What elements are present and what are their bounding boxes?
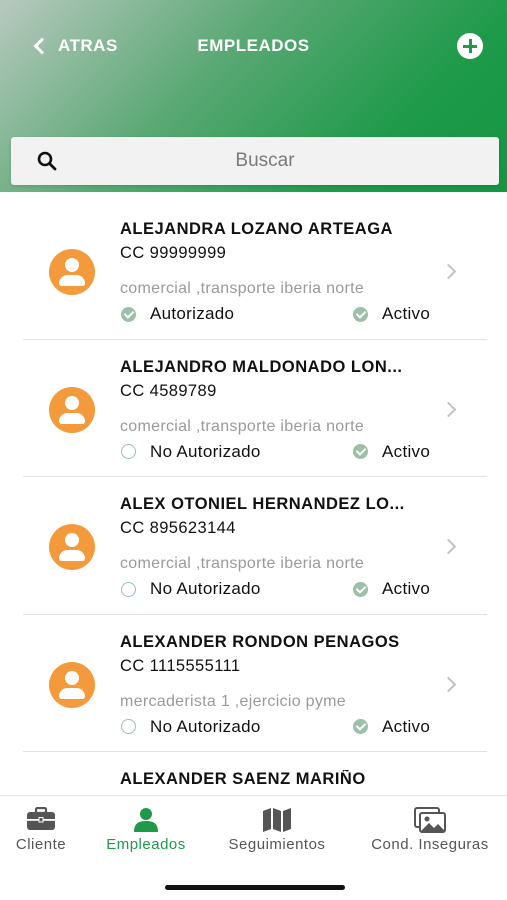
briefcase-icon xyxy=(27,807,55,830)
avatar-icon xyxy=(49,524,95,570)
gallery-icon xyxy=(414,807,446,833)
avatar-icon xyxy=(49,249,95,295)
empty-circle-icon xyxy=(121,444,136,459)
employee-document: CC 4589789 xyxy=(120,381,217,400)
tab-cliente[interactable]: Cliente xyxy=(0,796,82,866)
active-status: Activo xyxy=(353,579,430,599)
list-item[interactable]: ALEJANDRO MALDONADO LON... CC 4589789 co… xyxy=(0,340,507,477)
employee-name: ALEX OTONIEL HERNANDEZ LO... xyxy=(120,495,405,513)
employee-name: ALEJANDRO MALDONADO LON... xyxy=(120,357,403,376)
check-circle-icon xyxy=(121,306,136,322)
list-item[interactable]: ALEX OTONIEL HERNANDEZ LO... CC 89562314… xyxy=(0,477,507,615)
map-icon xyxy=(263,808,291,832)
home-indicator xyxy=(165,885,345,890)
tab-cond-inseguras[interactable]: Cond. Inseguras xyxy=(362,796,498,866)
check-circle-icon xyxy=(353,444,368,459)
tab-label: Cliente xyxy=(15,836,67,853)
check-circle-icon xyxy=(353,719,368,734)
authorization-status: No Autorizado xyxy=(121,579,261,599)
check-circle-icon xyxy=(353,306,368,322)
active-status: Activo xyxy=(353,717,430,737)
check-circle-icon xyxy=(353,581,368,597)
tab-label: Empleados xyxy=(106,836,186,853)
authorization-label: No Autorizado xyxy=(150,716,261,736)
authorization-status: No Autorizado xyxy=(121,717,261,737)
authorization-label: No Autorizado xyxy=(150,579,261,598)
list-item[interactable]: ALEJANDRA LOZANO ARTEAGA CC 99999999 com… xyxy=(0,202,507,340)
authorization-label: Autorizado xyxy=(150,304,235,323)
active-status: Activo xyxy=(353,442,430,462)
chevron-right-icon xyxy=(440,676,457,692)
active-status: Activo xyxy=(353,304,430,324)
chevron-right-icon xyxy=(440,401,457,417)
tab-empleados[interactable]: Empleados xyxy=(100,796,192,866)
employee-document: CC 1115555111 xyxy=(120,656,241,675)
employee-description: mercaderista 1 ,ejercicio pyme xyxy=(120,692,346,710)
list-item[interactable]: ALEXANDER RONDON PENAGOS CC 1115555111 m… xyxy=(0,615,507,752)
employee-name: ALEXANDER SAENZ MARIÑO xyxy=(120,770,366,788)
search-icon xyxy=(37,151,57,171)
employee-description: comercial ,transporte iberia norte xyxy=(120,280,365,297)
employee-document: CC 99999999 xyxy=(120,244,227,262)
active-label: Activo xyxy=(382,441,431,461)
employee-list: ALEJANDRA LOZANO ARTEAGA CC 99999999 com… xyxy=(0,202,507,795)
avatar-icon xyxy=(49,386,95,433)
authorization-status: No Autorizado xyxy=(121,442,261,462)
tab-label: Seguimientos xyxy=(228,836,326,853)
app-header: ATRAS EMPLEADOS xyxy=(0,0,507,192)
empty-circle-icon xyxy=(121,581,136,597)
tab-seguimientos[interactable]: Seguimientos xyxy=(218,796,336,866)
chevron-right-icon xyxy=(440,538,457,555)
empty-circle-icon xyxy=(121,719,136,734)
search-input[interactable] xyxy=(71,137,459,185)
search-bar xyxy=(11,137,499,185)
active-label: Activo xyxy=(382,716,431,736)
person-icon xyxy=(134,808,158,832)
page-title: EMPLEADOS xyxy=(197,36,310,55)
authorization-label: No Autorizado xyxy=(150,441,261,461)
avatar-icon xyxy=(49,661,95,708)
active-label: Activo xyxy=(382,579,431,598)
employee-name: ALEJANDRA LOZANO ARTEAGA xyxy=(120,220,393,238)
list-item[interactable]: ALEXANDER SAENZ MARIÑO xyxy=(0,752,507,795)
employee-description: comercial ,transporte iberia norte xyxy=(120,555,365,572)
authorization-status: Autorizado xyxy=(121,304,234,324)
chevron-right-icon xyxy=(440,263,457,280)
employee-description: comercial ,transporte iberia norte xyxy=(120,417,365,435)
active-label: Activo xyxy=(382,304,431,323)
employee-name: ALEXANDER RONDON PENAGOS xyxy=(120,632,400,651)
tab-label: Cond. Inseguras xyxy=(371,836,489,853)
add-employee-button[interactable] xyxy=(457,33,483,59)
employee-document: CC 895623144 xyxy=(120,519,236,537)
